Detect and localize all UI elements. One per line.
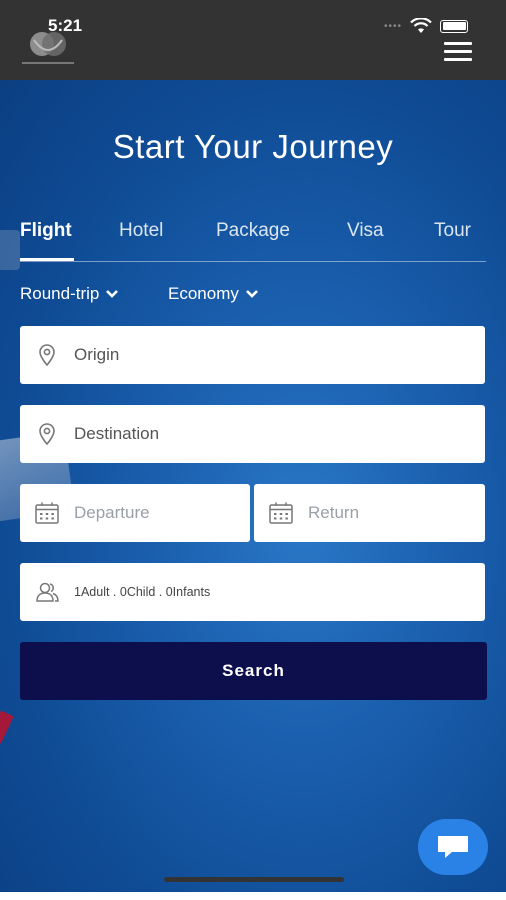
location-pin-icon	[39, 423, 55, 446]
tab-flight[interactable]: Flight	[20, 220, 72, 242]
active-tab-indicator	[20, 258, 74, 261]
hamburger-menu-icon[interactable]	[444, 42, 476, 64]
background-plane-tail	[0, 710, 14, 744]
page-title: Start Your Journey	[112, 128, 394, 165]
chevron-down-icon	[245, 290, 258, 298]
wifi-icon	[410, 18, 432, 33]
departure-date-field[interactable]: Departure	[20, 484, 250, 542]
top-bar: 5:21 ••••	[0, 0, 506, 80]
tab-visa[interactable]: Visa	[347, 220, 384, 242]
tab-hotel[interactable]: Hotel	[119, 220, 163, 242]
travellers-summary: 1Adult . 0Child . 0Infants	[74, 585, 211, 599]
bottom-strip	[0, 892, 506, 900]
calendar-icon	[269, 502, 293, 524]
departure-placeholder: Departure	[74, 503, 150, 522]
trip-type-dropdown[interactable]: Round-trip	[20, 284, 119, 304]
trip-type-label: Round-trip	[20, 284, 100, 303]
location-pin-icon	[39, 344, 55, 367]
chevron-down-icon	[106, 290, 119, 298]
origin-placeholder: Origin	[74, 345, 120, 364]
background-plane-fragment	[0, 230, 20, 270]
tab-package[interactable]: Package	[216, 220, 290, 242]
destination-field[interactable]: Destination	[20, 405, 485, 463]
return-date-field[interactable]: Return	[254, 484, 485, 542]
chat-bubble-icon	[438, 836, 468, 858]
travellers-field[interactable]: 1Adult . 0Child . 0Infants	[20, 563, 485, 621]
search-button[interactable]: Search	[20, 642, 487, 700]
cabin-class-dropdown[interactable]: Economy	[168, 284, 259, 304]
battery-icon	[440, 19, 468, 33]
return-placeholder: Return	[308, 503, 360, 522]
booking-tabs: Flight Hotel Package Visa Tour	[20, 220, 486, 262]
company-logo-icon[interactable]	[20, 30, 76, 68]
hero-section: Start Your Journey Flight Hotel Package …	[0, 80, 506, 892]
tab-tour[interactable]: Tour	[434, 220, 471, 242]
passengers-icon	[36, 582, 59, 602]
status-icons: ••••	[384, 18, 468, 34]
chat-button[interactable]	[418, 819, 488, 875]
destination-placeholder: Destination	[74, 424, 160, 443]
signal-dots: ••••	[383, 20, 402, 32]
cabin-class-label: Economy	[168, 284, 239, 303]
calendar-icon	[35, 502, 59, 524]
home-indicator	[164, 877, 344, 882]
origin-field[interactable]: Origin	[20, 326, 485, 384]
